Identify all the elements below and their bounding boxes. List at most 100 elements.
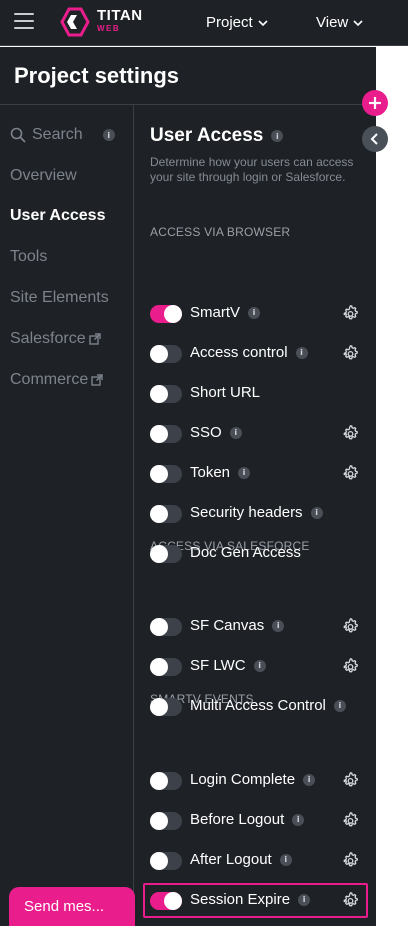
toggle-short-url[interactable]	[150, 385, 182, 403]
gear-icon[interactable]	[342, 425, 359, 442]
toggle-sf-canvas[interactable]	[150, 618, 182, 636]
gear-icon[interactable]	[342, 658, 359, 675]
info-icon[interactable]: i	[102, 129, 115, 141]
toggle-security-headers[interactable]	[150, 505, 182, 523]
info-icon[interactable]: i	[310, 506, 323, 519]
sidebar-item-tools[interactable]: Tools	[10, 248, 47, 266]
sidebar-item-user-access[interactable]: User Access	[10, 207, 105, 225]
toggle-knob	[150, 465, 168, 483]
setting-row-after-logout: After Logout i	[150, 846, 365, 876]
setting-label: Security headers i	[190, 504, 323, 521]
toggle-after-logout[interactable]	[150, 852, 182, 870]
toggle-login-complete[interactable]	[150, 772, 182, 790]
sidebar-item-overview[interactable]: Overview	[10, 167, 77, 185]
brand-name: TITAN	[97, 7, 143, 24]
setting-row-login-complete: Login Complete i	[150, 766, 365, 796]
sidebar-item-label: Commerce	[10, 371, 89, 388]
setting-row-short-url: Short URL	[150, 379, 365, 409]
info-icon[interactable]: i	[333, 699, 346, 712]
search-icon	[10, 127, 26, 143]
info-icon[interactable]: i	[271, 130, 284, 142]
gear-icon[interactable]	[342, 465, 359, 482]
setting-label: Doc Gen Access	[190, 544, 301, 561]
toggle-access-control[interactable]	[150, 345, 182, 363]
setting-label-text: Access control	[190, 344, 288, 361]
toggle-before-logout[interactable]	[150, 812, 182, 830]
toggle-doc-gen-access[interactable]	[150, 545, 182, 563]
setting-label: SF LWC i	[190, 657, 266, 674]
setting-label-text: Login Complete	[190, 771, 296, 788]
collapse-panel-button[interactable]	[362, 126, 388, 152]
setting-row-security-headers: Security headers i	[150, 499, 365, 529]
divider	[133, 105, 134, 926]
setting-label: SSO i	[190, 424, 242, 441]
chevron-down-icon	[258, 19, 268, 26]
setting-label-text: Before Logout	[190, 811, 285, 828]
hamburger-menu-icon[interactable]	[14, 13, 34, 31]
setting-label-text: Token	[190, 464, 231, 481]
toggle-sso[interactable]	[150, 425, 182, 443]
toggle-knob	[164, 305, 182, 323]
setting-label: Before Logout i	[190, 811, 305, 828]
setting-label-text: Multi Access Control	[190, 697, 326, 714]
info-icon[interactable]: i	[253, 659, 266, 672]
gear-icon[interactable]	[342, 812, 359, 829]
gear-icon[interactable]	[342, 772, 359, 789]
setting-label: Login Complete i	[190, 771, 316, 788]
sidebar-item-site-elements[interactable]: Site Elements	[10, 289, 109, 307]
nav-project-label: Project	[206, 14, 253, 31]
info-icon[interactable]: i	[279, 853, 292, 866]
setting-label-text: SmartV	[190, 304, 241, 321]
sidebar-item-label: Salesforce	[10, 330, 86, 347]
sidebar-item-label: Site Elements	[10, 289, 109, 306]
toggle-knob	[150, 545, 168, 563]
info-icon[interactable]: i	[303, 773, 316, 786]
toggle-knob	[150, 852, 168, 870]
brand-sub: WEB	[97, 24, 121, 33]
setting-label: Access control i	[190, 344, 308, 361]
project-settings-panel: Project settings Search i Overview User …	[0, 47, 376, 926]
info-icon[interactable]: i	[295, 346, 308, 359]
setting-label-text: SF Canvas	[190, 617, 265, 634]
toggle-knob	[150, 812, 168, 830]
nav-view-menu[interactable]: View	[316, 14, 363, 31]
toggle-knob	[150, 385, 168, 403]
info-icon[interactable]: i	[248, 306, 261, 319]
setting-label: SF Canvas i	[190, 617, 285, 634]
panel-title: Project settings	[14, 63, 180, 88]
setting-label: Multi Access Control i	[190, 697, 346, 714]
nav-project-menu[interactable]: Project	[206, 14, 268, 31]
send-message-button[interactable]: Send mes...	[9, 887, 135, 926]
info-icon[interactable]: i	[238, 466, 251, 479]
setting-row-before-logout: Before Logout i	[150, 806, 365, 836]
setting-label-text: SF LWC	[190, 657, 246, 674]
add-button[interactable]	[362, 90, 388, 116]
nav-view-label: View	[316, 14, 349, 31]
sidebar-item-commerce[interactable]: Commerce	[10, 371, 103, 389]
toggle-smartv[interactable]	[150, 305, 182, 323]
section-title: User Access i	[150, 125, 284, 147]
toggle-multi-access-control[interactable]	[150, 698, 182, 716]
info-icon[interactable]: i	[272, 619, 285, 632]
toggle-knob	[150, 772, 168, 790]
brand: TITAN WEB	[97, 8, 143, 34]
chevron-left-icon	[370, 133, 378, 145]
sidebar-search[interactable]: Search i	[10, 126, 115, 144]
setting-label-text: SSO	[190, 424, 222, 441]
gear-icon[interactable]	[342, 852, 359, 869]
group-heading-browser: ACCESS VIA BROWSER	[150, 225, 291, 239]
gear-icon[interactable]	[342, 305, 359, 322]
sidebar-item-salesforce[interactable]: Salesforce	[10, 330, 101, 348]
toggle-sf-lwc[interactable]	[150, 658, 182, 676]
setting-label: SmartV i	[190, 304, 261, 321]
info-icon[interactable]: i	[292, 813, 305, 826]
gear-icon[interactable]	[342, 345, 359, 362]
toggle-knob	[150, 618, 168, 636]
setting-row-sf-lwc: SF LWC i	[150, 652, 365, 682]
divider	[0, 104, 376, 105]
gear-icon[interactable]	[342, 618, 359, 635]
toggle-token[interactable]	[150, 465, 182, 483]
setting-label-text: Security headers	[190, 504, 303, 521]
toggle-knob	[150, 425, 168, 443]
info-icon[interactable]: i	[229, 426, 242, 439]
